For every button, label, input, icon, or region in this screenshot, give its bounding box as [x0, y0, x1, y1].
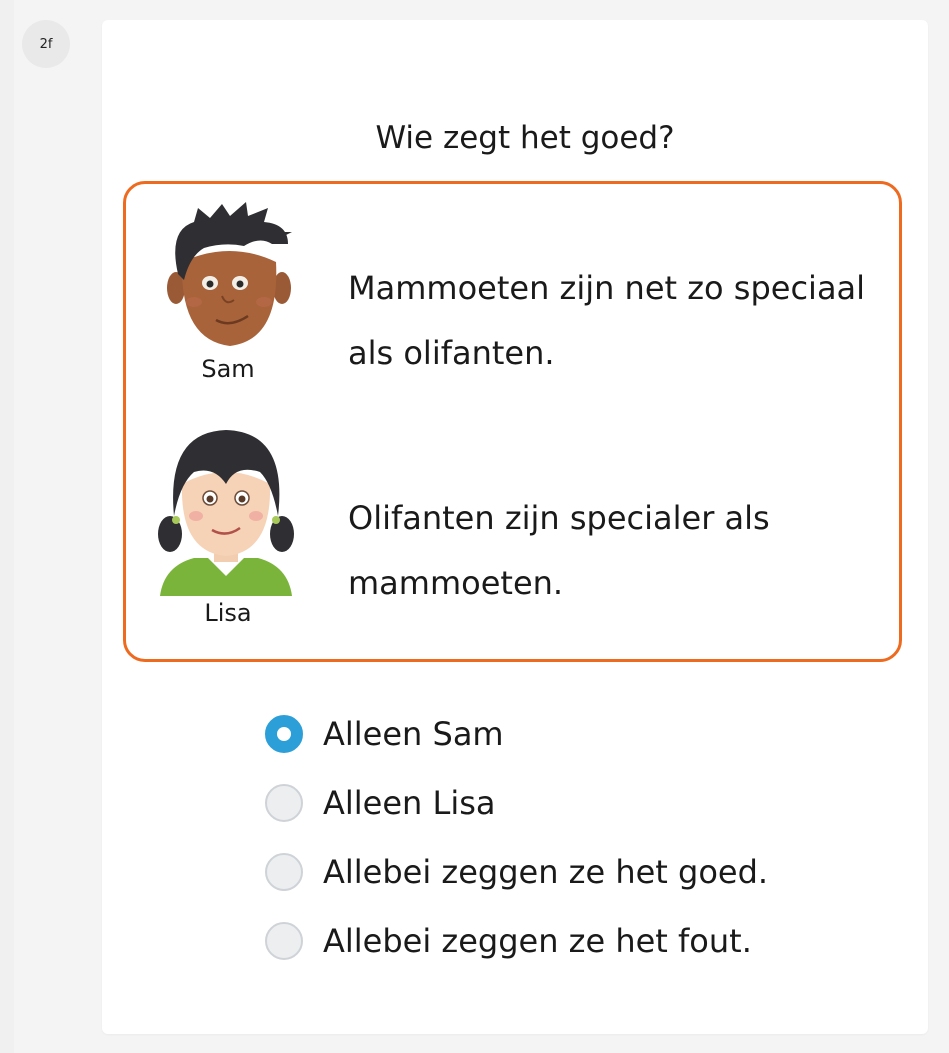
lisa-statement: Olifanten zijn specialer als mammoeten. — [348, 499, 770, 602]
lisa-name-label: Lisa — [204, 599, 252, 627]
question-number-badge: 2f — [22, 20, 70, 68]
option-label: Alleen Sam — [323, 715, 504, 753]
sam-name-label: Sam — [201, 355, 255, 383]
option-allebei-goed[interactable]: Allebei zeggen ze het goed. — [265, 850, 768, 894]
radio-selected[interactable] — [265, 715, 303, 753]
option-label: Allebei zeggen ze het fout. — [323, 922, 752, 960]
radio-unselected[interactable] — [265, 922, 303, 960]
option-alleen-lisa[interactable]: Alleen Lisa — [265, 781, 768, 825]
option-alleen-sam[interactable]: Alleen Sam — [265, 712, 768, 756]
answer-options: Alleen Sam Alleen Lisa Allebei zeggen ze… — [265, 712, 768, 988]
lisa-avatar — [156, 424, 296, 602]
radio-unselected[interactable] — [265, 853, 303, 891]
sam-avatar — [164, 200, 294, 354]
statements-box: Sam Mammoeten zijn net zo speciaal als o… — [123, 181, 902, 662]
side-strip — [0, 0, 14, 1053]
sam-statement: Mammoeten zijn net zo speciaal als olifa… — [348, 269, 866, 372]
option-allebei-fout[interactable]: Allebei zeggen ze het fout. — [265, 919, 768, 963]
option-label: Alleen Lisa — [323, 784, 496, 822]
radio-unselected[interactable] — [265, 784, 303, 822]
question-text: Wie zegt het goed? — [375, 120, 675, 156]
option-label: Allebei zeggen ze het goed. — [323, 853, 769, 891]
